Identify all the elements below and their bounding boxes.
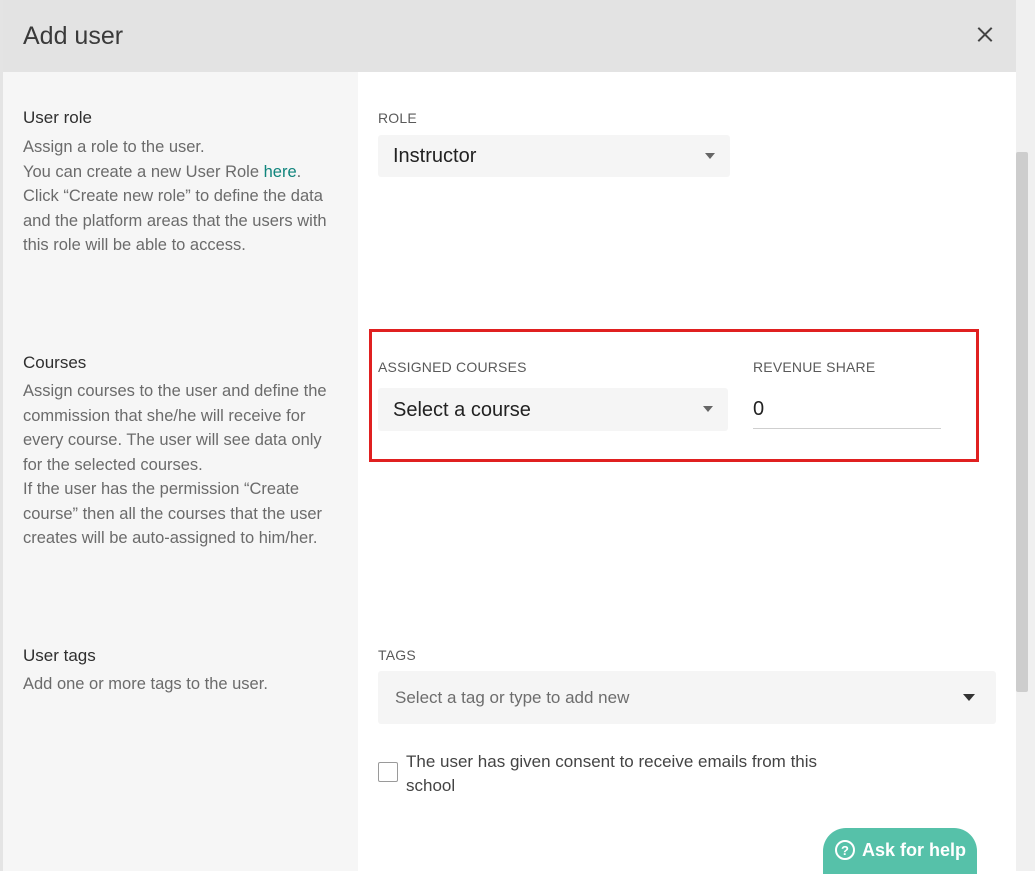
assigned-courses-label: ASSIGNED COURSES <box>378 359 527 375</box>
chevron-down-icon <box>705 153 715 159</box>
user-tags-title: User tags <box>23 646 96 665</box>
role-select[interactable]: Instructor <box>378 135 730 177</box>
revenue-share-label: REVENUE SHARE <box>753 359 876 375</box>
user-role-title: User role <box>23 108 92 127</box>
scrollbar-thumb[interactable] <box>1016 152 1028 692</box>
tags-label: TAGS <box>378 647 416 663</box>
create-role-link[interactable]: here <box>264 163 297 181</box>
ask-for-help-label: Ask for help <box>862 840 967 860</box>
revenue-share-input[interactable]: 0 <box>753 392 941 429</box>
chevron-down-icon <box>703 406 713 412</box>
courses-description: Assign courses to the user and define th… <box>23 382 327 547</box>
tags-placeholder: Select a tag or type to add new <box>395 688 630 707</box>
role-select-value: Instructor <box>393 145 477 167</box>
modal-header: Add user <box>3 0 1016 72</box>
ask-for-help-button[interactable]: ? Ask for help <box>823 828 977 874</box>
modal-title: Add user <box>23 22 124 50</box>
assigned-courses-select[interactable]: Select a course <box>378 388 728 431</box>
consent-checkbox[interactable] <box>378 762 398 782</box>
user-role-description: Assign a role to the user. You can creat… <box>23 138 327 254</box>
user-tags-description: Add one or more tags to the user. <box>23 675 268 693</box>
role-label: ROLE <box>378 110 417 126</box>
consent-label: The user has given consent to receive em… <box>406 752 818 795</box>
courses-title: Courses <box>23 353 87 372</box>
tags-select[interactable]: Select a tag or type to add new <box>378 671 996 724</box>
assigned-courses-value: Select a course <box>393 399 531 421</box>
question-icon: ? <box>835 840 855 860</box>
chevron-down-icon <box>963 694 975 701</box>
add-user-modal: Add user User role Assign a role to the … <box>3 0 1016 874</box>
close-icon[interactable] <box>972 22 998 48</box>
